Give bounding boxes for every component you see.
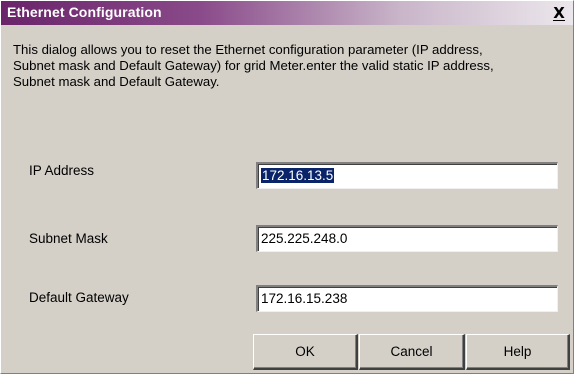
ip-address-value: 172.16.13.5 bbox=[261, 168, 335, 183]
cancel-button[interactable]: Cancel bbox=[359, 334, 465, 370]
ip-address-field[interactable]: 172.16.13.5 bbox=[256, 162, 558, 189]
subnet-mask-label: Subnet Mask bbox=[29, 231, 108, 246]
default-gateway-field[interactable]: 172.16.15.238 bbox=[256, 285, 558, 312]
close-button[interactable]: X bbox=[551, 4, 567, 22]
subnet-mask-field[interactable]: 225.225.248.0 bbox=[256, 225, 558, 252]
ip-address-label: IP Address bbox=[29, 163, 95, 178]
dialog-description: This dialog allows you to reset the Ethe… bbox=[13, 42, 494, 89]
help-button[interactable]: Help bbox=[466, 334, 570, 370]
default-gateway-label: Default Gateway bbox=[29, 290, 129, 305]
dialog-title: Ethernet Configuration bbox=[7, 4, 162, 20]
title-bar[interactable]: Ethernet Configuration X bbox=[1, 1, 573, 25]
ok-button[interactable]: OK bbox=[253, 334, 358, 370]
default-gateway-value: 172.16.15.238 bbox=[261, 291, 348, 306]
ethernet-configuration-dialog: Ethernet Configuration X This dialog all… bbox=[0, 0, 574, 374]
close-underline bbox=[553, 20, 565, 21]
subnet-mask-value: 225.225.248.0 bbox=[261, 231, 348, 246]
